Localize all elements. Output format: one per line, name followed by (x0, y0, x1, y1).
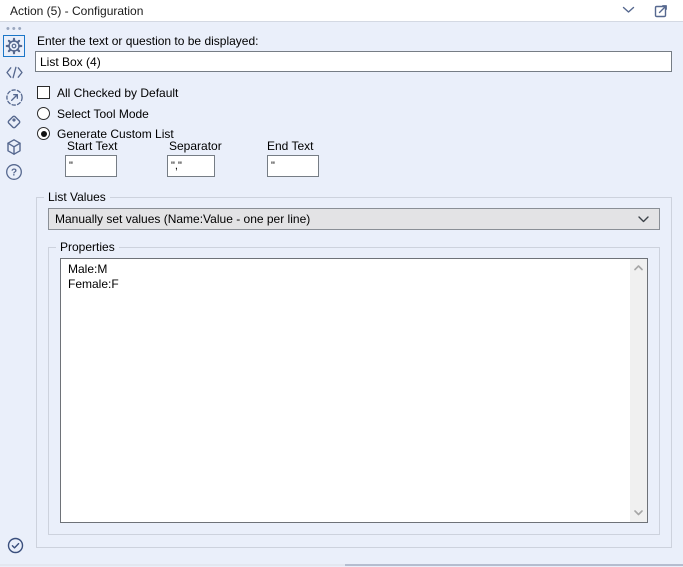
select-tool-mode-radio[interactable]: Select Tool Mode (37, 106, 149, 121)
start-text-label: Start Text (67, 139, 118, 153)
dropdown-selected-value: Manually set values (Name:Value - one pe… (55, 212, 311, 226)
list-values-group-label: List Values (44, 190, 110, 204)
question-label: Enter the text or question to be display… (37, 34, 259, 48)
start-text-input[interactable] (65, 155, 117, 177)
collapse-chevron-icon[interactable] (622, 6, 638, 22)
bottom-divider-left (0, 564, 345, 566)
sidebar-tab-configuration[interactable] (3, 35, 25, 57)
properties-textarea[interactable]: Male:M Female:F (60, 258, 648, 523)
separator-label: Separator (169, 139, 222, 153)
sidebar-tab-help[interactable]: ? (3, 161, 25, 183)
properties-text[interactable]: Male:M Female:F (61, 259, 629, 522)
separator-input[interactable] (167, 155, 215, 177)
end-text-input[interactable] (267, 155, 319, 177)
package-icon (5, 138, 23, 156)
configuration-panel: Action (5) - Configuration ••• ? Enter t… (0, 0, 683, 567)
valid-check-circle-icon (7, 537, 24, 554)
panel-title: Action (5) - Configuration (10, 4, 144, 18)
sidebar-tab-annotation[interactable] (3, 61, 25, 83)
code-icon (5, 65, 24, 80)
scroll-up-icon[interactable] (630, 260, 647, 276)
panel-header: Action (5) - Configuration (0, 0, 683, 22)
list-values-dropdown[interactable]: Manually set values (Name:Value - one pe… (48, 208, 660, 230)
all-checked-by-default-checkbox[interactable]: All Checked by Default (37, 85, 178, 100)
bottom-divider-right (345, 564, 683, 566)
radio-selected-icon (37, 127, 50, 140)
sidebar-tab-test[interactable] (3, 86, 25, 108)
question-input[interactable] (35, 51, 672, 72)
popout-window-icon[interactable] (653, 3, 669, 19)
checkbox-label: All Checked by Default (57, 85, 179, 100)
chevron-down-icon (638, 215, 649, 223)
radio-label: Select Tool Mode (57, 106, 149, 121)
checkbox-icon (37, 86, 50, 99)
sidebar-tab-tag[interactable] (3, 111, 25, 133)
sidebar-tab-package[interactable] (3, 136, 25, 158)
vertical-scrollbar[interactable] (630, 259, 647, 522)
end-text-label: End Text (267, 139, 314, 153)
svg-text:?: ? (11, 168, 17, 179)
help-icon: ? (5, 163, 23, 181)
radio-icon (37, 107, 50, 120)
run-arrow-icon (5, 88, 24, 107)
tag-icon (5, 113, 23, 131)
scroll-down-icon[interactable] (630, 505, 647, 521)
gear-icon (5, 37, 23, 55)
properties-group-label: Properties (56, 240, 119, 254)
sidebar-grip-dots-icon[interactable]: ••• (6, 24, 24, 35)
